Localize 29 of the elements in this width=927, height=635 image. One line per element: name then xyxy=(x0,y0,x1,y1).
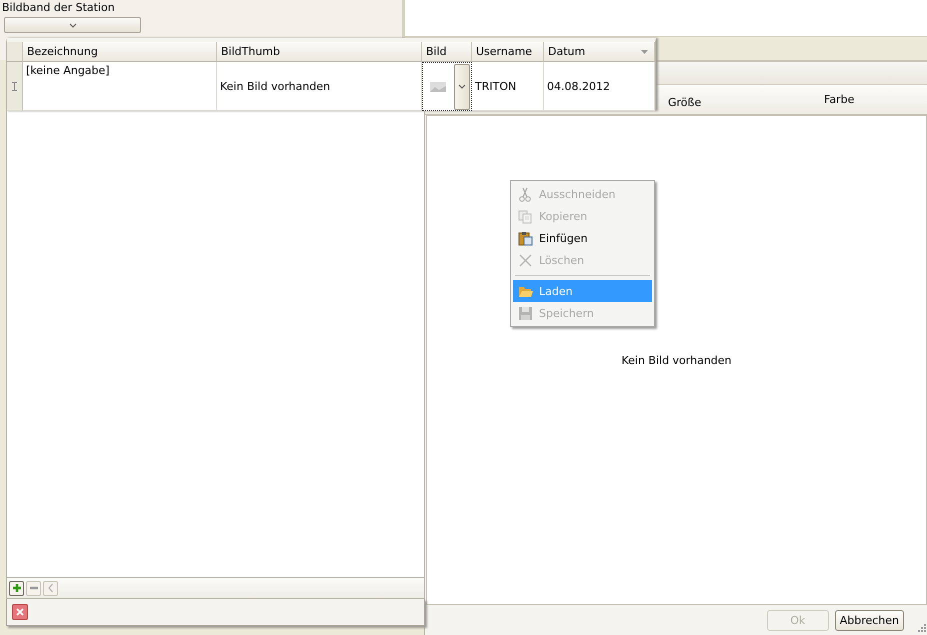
close-button[interactable] xyxy=(12,604,28,620)
column-header[interactable]: Bild xyxy=(422,42,472,62)
resize-grip-icon xyxy=(916,622,926,632)
column-header[interactable]: Datum xyxy=(544,42,655,62)
section-label: Bildband der Station xyxy=(1,0,116,14)
plus-icon xyxy=(12,583,22,593)
scissors-icon xyxy=(518,186,533,202)
add-button[interactable] xyxy=(9,580,24,596)
clipboard-icon xyxy=(518,230,533,246)
menu-item[interactable]: Einfügen xyxy=(513,227,652,249)
empty-message: Kein Bild vorhanden xyxy=(621,354,732,366)
table-cell: 04.08.2012 xyxy=(544,62,655,111)
chevron-icon xyxy=(458,84,466,89)
cross-icon xyxy=(518,252,533,268)
image-icon xyxy=(430,82,446,92)
column-header[interactable]: Bezeichnung xyxy=(23,42,217,62)
close-icon xyxy=(16,608,24,616)
column-header[interactable]: Größe xyxy=(668,96,702,109)
cancel-button[interactable]: Abbrechen xyxy=(834,610,904,630)
dropdown-button[interactable] xyxy=(454,64,470,110)
column-header[interactable]: Username xyxy=(472,42,544,62)
table-cell: TRITON xyxy=(472,62,544,111)
column-header[interactable]: Farbe xyxy=(824,93,854,106)
chevron-icon xyxy=(68,22,76,28)
chevron-left-icon xyxy=(46,583,56,593)
row-indicator[interactable] xyxy=(7,62,23,111)
column-header[interactable]: BildThumb xyxy=(217,42,422,62)
copy-icon xyxy=(518,208,533,224)
dropdown-button[interactable] xyxy=(4,17,141,33)
